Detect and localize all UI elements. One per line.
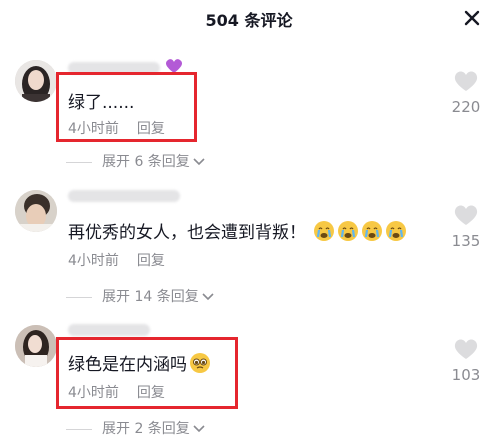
username-blurred[interactable] xyxy=(68,190,180,202)
avatar[interactable] xyxy=(15,60,57,102)
divider-line xyxy=(66,296,92,298)
comment-text: 再优秀的女人，也会遭到背叛！ xyxy=(68,218,407,243)
expand-replies-label: 展开 14 条回复 xyxy=(102,289,199,305)
expand-replies-button[interactable]: 展开 2 条回复 xyxy=(66,418,206,438)
like-count: 220 xyxy=(451,98,481,116)
like-button[interactable]: 220 xyxy=(446,70,486,116)
highlight-box xyxy=(56,337,238,409)
comment-meta: 4小时前 回复 xyxy=(68,250,165,270)
crying-face-icon xyxy=(362,221,383,241)
expand-replies-label: 展开 6 条回复 xyxy=(102,154,190,170)
like-button[interactable]: 135 xyxy=(446,204,486,250)
like-count: 135 xyxy=(451,232,481,250)
heart-icon xyxy=(454,205,478,225)
close-button[interactable] xyxy=(460,6,484,30)
expand-replies-label: 展开 2 条回复 xyxy=(102,421,190,437)
reply-button[interactable]: 回复 xyxy=(137,253,165,269)
chevron-down-icon xyxy=(193,425,205,433)
chevron-down-icon xyxy=(202,293,214,301)
like-count: 103 xyxy=(451,366,481,384)
expand-replies-button[interactable]: 展开 14 条回复 xyxy=(66,286,215,306)
comment-time: 4小时前 xyxy=(68,253,119,269)
comment-text-content: 再优秀的女人，也会遭到背叛！ xyxy=(68,223,306,243)
expand-replies-button[interactable]: 展开 6 条回复 xyxy=(66,151,206,171)
chevron-down-icon xyxy=(193,158,205,166)
crying-face-icon xyxy=(314,221,335,241)
crying-emoji-group xyxy=(311,221,407,243)
divider-line xyxy=(66,161,92,163)
username-blurred[interactable] xyxy=(68,324,150,336)
crying-face-icon xyxy=(386,221,407,241)
divider-line xyxy=(66,428,92,430)
comments-header: 504 条评论 xyxy=(0,0,498,38)
heart-icon xyxy=(454,339,478,359)
crying-face-icon xyxy=(338,221,359,241)
avatar[interactable] xyxy=(15,325,57,367)
like-button[interactable]: 103 xyxy=(446,338,486,384)
heart-icon xyxy=(454,71,478,91)
avatar[interactable] xyxy=(15,190,57,232)
comment-count-title: 504 条评论 xyxy=(205,11,293,30)
close-icon xyxy=(464,10,480,26)
highlight-box xyxy=(56,72,197,142)
